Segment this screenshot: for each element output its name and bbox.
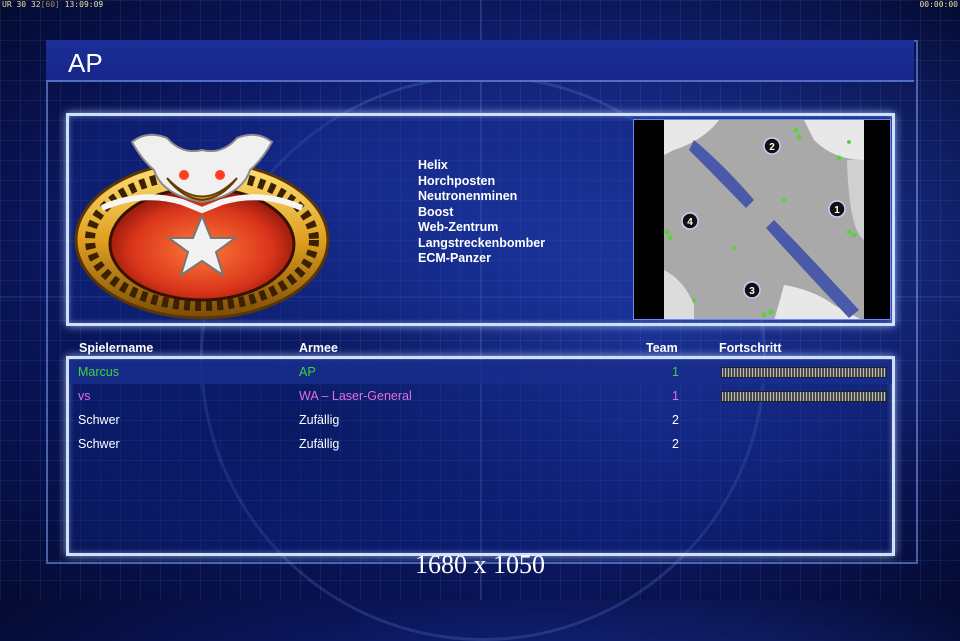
player-name: Marcus — [78, 365, 119, 379]
start-marker-label: 3 — [749, 286, 755, 297]
loading-progress-bar — [721, 391, 887, 402]
power-item: Langstreckenbomber — [418, 235, 546, 250]
power-item: ECM-Panzer — [418, 251, 491, 265]
start-marker-3: 3 — [743, 281, 761, 299]
player-name: Schwer — [78, 413, 120, 427]
player-row: vs WA – Laser-General 1 — [69, 384, 892, 408]
hud-value-c: [60] — [40, 0, 60, 9]
start-marker-1: 1 — [828, 200, 846, 218]
faction-emblem — [74, 133, 330, 320]
player-row: Schwer Zufällig 2 — [69, 408, 892, 432]
column-header-progress: Fortschritt — [719, 341, 782, 355]
power-item: Neutronenminen — [418, 189, 518, 203]
player-army: Zufällig — [299, 413, 340, 427]
title-bar — [46, 40, 914, 82]
hud-label: UR — [2, 0, 12, 9]
player-army: Zufällig — [299, 437, 340, 451]
player-team: 1 — [672, 365, 679, 379]
hud-value-a: 30 — [16, 0, 27, 9]
hud-value-b: 32 — [30, 0, 41, 9]
power-item: Helix — [418, 158, 448, 172]
resolution-label: 1680 x 1050 — [415, 550, 545, 579]
player-row: Marcus AP 1 — [69, 360, 892, 384]
power-item: Boost — [418, 204, 454, 219]
hud-timer: 00:00:00 — [919, 0, 958, 9]
column-header-army: Armee — [299, 341, 338, 355]
start-marker-label: 4 — [687, 217, 693, 228]
player-team: 1 — [672, 389, 679, 403]
player-name: Schwer — [78, 437, 120, 451]
hud-clock: 13:09:09 — [64, 0, 104, 9]
general-powers-list: Helix Horchposten Neutronenminen Boost W… — [418, 158, 545, 267]
map-preview: 1 2 3 4 — [633, 119, 891, 320]
power-item: Horchposten — [418, 173, 496, 188]
player-row: Schwer Zufällig 2 — [69, 432, 892, 456]
start-marker-label: 1 — [834, 205, 840, 216]
player-team: 2 — [672, 437, 679, 451]
hud-status-left: UR 30 32[60] 13:09:09 — [2, 0, 103, 10]
player-army: WA – Laser-General — [299, 389, 412, 403]
start-marker-label: 2 — [769, 142, 775, 153]
column-header-player: Spielername — [79, 341, 154, 355]
power-item: Web-Zentrum — [418, 220, 499, 234]
column-header-team: Team — [646, 341, 678, 355]
player-name: vs — [78, 389, 91, 403]
start-marker-4: 4 — [681, 212, 699, 230]
start-marker-2: 2 — [763, 137, 781, 155]
loading-progress-bar — [721, 367, 887, 378]
player-team: 2 — [672, 413, 679, 427]
player-army: AP — [299, 365, 316, 379]
page-title: AP — [68, 48, 103, 78]
